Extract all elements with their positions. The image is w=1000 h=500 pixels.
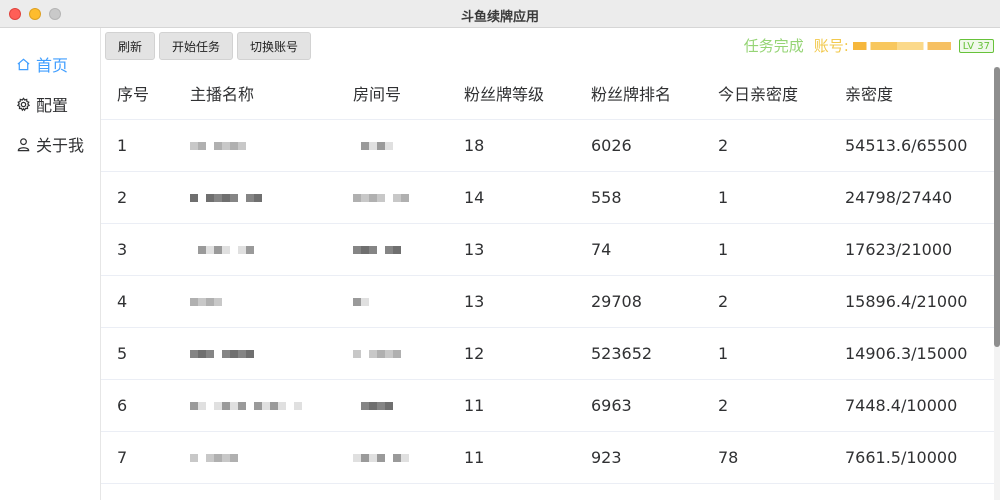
table-row[interactable]: 6 11 6963 2 7448.4/10000 — [101, 380, 994, 432]
intimacy-progress: 54513.6/65500 — [845, 136, 968, 155]
intimacy-progress: 7448.4/10000 — [845, 396, 958, 415]
sidebar-item-about[interactable]: 关于我 — [16, 132, 84, 156]
today-intimacy: 1 — [718, 188, 729, 207]
badge-rank: 558 — [591, 188, 622, 207]
room-id-redacted — [337, 399, 448, 413]
table-row[interactable]: 2 14 558 1 24798/27440 — [101, 172, 994, 224]
table-row[interactable]: 4 13 29708 2 15896.4/21000 — [101, 276, 994, 328]
streamer-name-redacted — [174, 295, 337, 309]
home-icon — [17, 58, 30, 70]
row-index: 7 — [117, 448, 128, 467]
today-intimacy: 1 — [718, 240, 729, 259]
streamer-name-redacted — [174, 139, 337, 153]
column-header: 今日亲密度 — [718, 85, 799, 104]
app-window: 斗鱼续牌应用 首页 配置 关于我 刷新 开始任务 切换账号 任务完成 账号: L… — [0, 0, 1000, 500]
room-id-redacted — [337, 243, 448, 257]
badge-level: 13 — [464, 240, 485, 259]
account-name-redacted — [852, 41, 951, 50]
row-index: 3 — [117, 240, 128, 259]
table-header: 序号 主播名称 房间号 粉丝牌等级 粉丝牌排名 今日亲密度 亲密度 — [101, 67, 994, 120]
table-row[interactable]: 1 18 6026 2 54513.6/65500 — [101, 120, 994, 172]
badge-rank: 6963 — [591, 396, 632, 415]
streamer-name-redacted — [174, 451, 337, 465]
level-badge: LV 37 — [958, 38, 994, 53]
account-label: 账号: — [813, 37, 849, 55]
column-header: 房间号 — [353, 85, 402, 104]
streamer-name-redacted — [174, 191, 337, 205]
row-index: 2 — [117, 188, 128, 207]
room-id-redacted — [337, 295, 448, 309]
table-row[interactable]: 5 12 523652 1 14906.3/15000 — [101, 328, 994, 380]
column-header: 亲密度 — [845, 85, 894, 104]
fan-badge-table: 序号 主播名称 房间号 粉丝牌等级 粉丝牌排名 今日亲密度 亲密度 1 18 602… — [101, 67, 994, 484]
row-index: 5 — [117, 344, 128, 363]
sidebar-item-home[interactable]: 首页 — [16, 52, 68, 76]
sidebar-item-label: 首页 — [36, 56, 69, 75]
table-row[interactable]: 3 13 74 1 17623/21000 — [101, 224, 994, 276]
badge-level: 12 — [464, 344, 485, 363]
column-header: 主播名称 — [190, 85, 255, 104]
title-bar: 斗鱼续牌应用 — [0, 0, 1000, 28]
room-id-redacted — [337, 451, 448, 465]
scrollbar-thumb[interactable] — [994, 67, 1000, 347]
streamer-name-redacted — [174, 243, 337, 257]
row-index: 4 — [117, 292, 128, 311]
row-index: 6 — [117, 396, 128, 415]
sidebar: 首页 配置 关于我 — [0, 28, 101, 500]
column-header: 序号 — [117, 85, 150, 104]
room-id-redacted — [337, 347, 448, 361]
refresh-button[interactable]: 刷新 — [105, 32, 156, 60]
window-title: 斗鱼续牌应用 — [460, 10, 539, 25]
toolbar: 刷新 开始任务 切换账号 — [105, 32, 312, 60]
row-index: 1 — [117, 136, 128, 155]
today-intimacy: 1 — [718, 344, 729, 363]
badge-level: 13 — [464, 292, 485, 311]
badge-level: 18 — [464, 136, 485, 155]
vertical-scrollbar[interactable] — [994, 67, 1000, 500]
gear-icon — [16, 96, 31, 111]
intimacy-progress: 14906.3/15000 — [845, 344, 968, 363]
room-id-redacted — [337, 191, 448, 205]
table-row[interactable]: 7 11 923 78 7661.5/10000 — [101, 432, 994, 484]
badge-rank: 6026 — [591, 136, 632, 155]
streamer-name-redacted — [174, 399, 337, 413]
intimacy-progress: 7661.5/10000 — [845, 448, 958, 467]
badge-rank: 523652 — [591, 344, 653, 363]
badge-rank: 923 — [591, 448, 622, 467]
table-body: 1 18 6026 2 54513.6/65500 2 14 558 1 24798/27440 3… — [101, 120, 994, 484]
sidebar-item-label: 关于我 — [36, 136, 85, 155]
badge-rank: 74 — [591, 240, 612, 259]
today-intimacy: 2 — [718, 136, 729, 155]
badge-rank: 29708 — [591, 292, 642, 311]
intimacy-progress: 24798/27440 — [845, 188, 953, 207]
today-intimacy: 2 — [718, 396, 729, 415]
column-header: 粉丝牌排名 — [591, 85, 672, 104]
user-icon — [17, 137, 30, 151]
sidebar-item-config[interactable]: 配置 — [16, 92, 68, 116]
badge-level: 14 — [464, 188, 485, 207]
column-header: 粉丝牌等级 — [464, 85, 545, 104]
badge-level: 11 — [464, 448, 485, 467]
start-task-button[interactable]: 开始任务 — [159, 32, 234, 60]
badge-level: 11 — [464, 396, 485, 415]
intimacy-progress: 17623/21000 — [845, 240, 953, 259]
task-status-text: 任务完成 — [743, 37, 804, 55]
sidebar-item-label: 配置 — [36, 96, 69, 115]
streamer-name-redacted — [174, 347, 337, 361]
status-area: 任务完成 账号: LV 37 — [744, 35, 994, 56]
today-intimacy: 2 — [718, 292, 729, 311]
today-intimacy: 78 — [718, 448, 739, 467]
room-id-redacted — [337, 139, 448, 153]
switch-account-button[interactable]: 切换账号 — [237, 32, 312, 60]
intimacy-progress: 15896.4/21000 — [845, 292, 968, 311]
